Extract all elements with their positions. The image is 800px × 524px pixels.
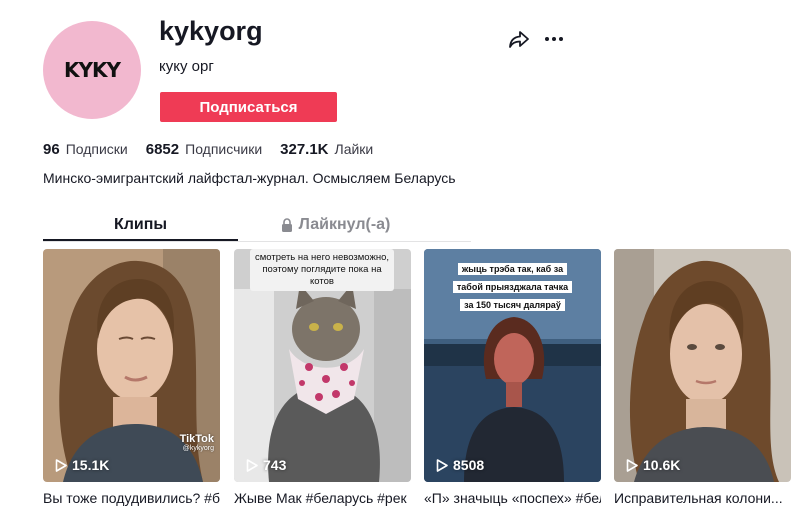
lock-icon [281,218,292,232]
stat-followers-count: 6852 [145,141,180,158]
overlay-line: за 150 тысяч даляраў [460,299,565,311]
tab-divider [43,241,471,242]
video-thumbnail[interactable]: жыць трэба так, каб за табой прыязджала … [424,249,601,482]
tiktok-watermark: TikTok @kykyorg [180,433,214,452]
view-count-value: 15.1K [72,457,110,473]
view-count-value: 10.6K [643,457,681,473]
overlay-line: жыць трэба так, каб за [457,263,568,275]
video-thumbnail[interactable]: TikTok @kykyorg 15.1K [43,249,220,482]
share-icon[interactable] [508,29,530,49]
video-text-overlay: смотреть на него невозможно, поэтому пог… [250,249,394,291]
video-caption[interactable]: Исправительная колони... [614,490,791,506]
profile-tabs: Клипы Лайкнул(-а) [43,210,471,242]
username: kykyorg [159,16,263,46]
video-caption[interactable]: Жыве Мак #беларусь #рек [234,490,411,506]
view-count: 10.6K [626,457,680,473]
stat-likes: 327.1K Лайки [280,141,373,158]
view-count: 15.1K [55,457,109,473]
avatar-logo: KYKY [64,58,121,82]
profile-bio: Минско-эмигрантский лайфстал-журнал. Осм… [43,170,456,186]
play-icon [626,458,638,472]
play-icon [55,458,67,472]
video-thumbnail[interactable]: смотреть на него невозможно, поэтому пог… [234,249,411,482]
tab-active-underline [43,239,238,241]
stat-following-count: 96 [43,141,60,158]
play-icon [436,458,448,472]
follow-button[interactable]: Подписаться [160,92,337,122]
stat-following[interactable]: 96 Подписки [43,141,128,158]
play-icon [246,458,258,472]
watermark-brand: TikTok [179,433,214,445]
profile-stats: 96 Подписки 6852 Подписчики 327.1K Лайки [43,141,391,158]
avatar[interactable]: KYKY [43,21,141,119]
tab-clips[interactable]: Клипы [43,210,238,240]
view-count-value: 8508 [453,457,485,473]
view-count: 743 [246,457,286,473]
video-thumbnail-image [614,249,791,482]
video-card[interactable]: смотреть на него невозможно, поэтому пог… [234,249,411,506]
tab-liked-label: Лайкнул(-а) [298,216,391,233]
video-card[interactable]: TikTok @kykyorg 15.1K Вы тоже подудивили… [43,249,220,506]
stat-following-label: Подписки [65,141,128,157]
video-thumbnail[interactable]: 10.6K [614,249,791,482]
view-count-value: 743 [263,457,287,473]
stat-followers-label: Подписчики [185,141,263,157]
view-count: 8508 [436,457,484,473]
watermark-user: @kykyorg [182,445,214,452]
tab-clips-label: Клипы [113,216,168,233]
tab-liked[interactable]: Лайкнул(-а) [238,210,433,240]
stat-likes-label: Лайки [334,141,374,157]
more-icon[interactable] [543,29,565,49]
nickname: куку орг [159,58,214,75]
video-text-overlay: жыць трэба так, каб за табой прыязджала … [424,259,601,313]
video-caption[interactable]: «П» значыць «поспех» #бел [424,490,601,506]
overlay-line: табой прыязджала тачка [452,281,573,293]
stat-followers[interactable]: 6852 Подписчики [146,141,262,158]
video-card[interactable]: жыць трэба так, каб за табой прыязджала … [424,249,601,506]
video-grid: TikTok @kykyorg 15.1K Вы тоже подудивили… [43,249,800,524]
video-caption[interactable]: Вы тоже подудивились? #б [43,490,220,506]
video-card[interactable]: 10.6K Исправительная колони... [614,249,791,506]
stat-likes-count: 327.1K [280,141,329,158]
